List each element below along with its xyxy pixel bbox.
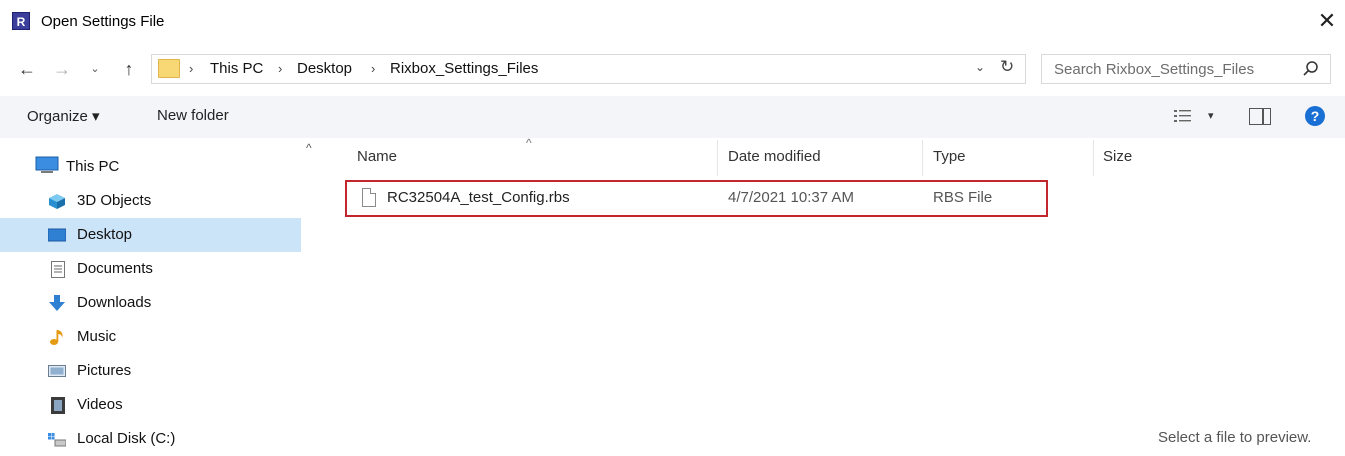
folder-icon <box>158 59 180 78</box>
close-button[interactable]: ✕ <box>1314 6 1340 36</box>
file-name[interactable]: RC32504A_test_Config.rbs <box>387 189 570 206</box>
sidebar-item-label: Pictures <box>77 362 132 379</box>
sidebar-item-label: Documents <box>77 260 153 277</box>
organize-button[interactable]: Organize ▾ <box>27 107 100 125</box>
app-icon: R <box>12 12 30 30</box>
breadcrumb-separator: › <box>189 61 194 76</box>
title-bar <box>0 0 1345 44</box>
desktop-icon <box>48 228 66 242</box>
new-folder-button[interactable]: New folder <box>157 107 229 124</box>
sidebar-item-label: This PC <box>66 158 120 175</box>
pictures-icon <box>48 365 66 377</box>
preview-message: Select a file to preview. <box>1158 429 1312 446</box>
breadcrumb-rixbox-settings-files[interactable]: Rixbox_Settings_Files <box>390 60 538 78</box>
view-dropdown-icon[interactable]: ▾ <box>1208 109 1214 122</box>
computer-icon <box>35 156 59 173</box>
sidebar-item-label: 3D Objects <box>77 192 152 209</box>
sidebar-item-videos[interactable]: Videos <box>0 388 301 422</box>
preview-pane-icon[interactable] <box>1249 108 1271 125</box>
column-divider[interactable] <box>717 140 718 176</box>
view-options-icon[interactable] <box>1173 108 1193 124</box>
breadcrumb-this-pc[interactable]: This PC <box>210 60 263 78</box>
document-icon <box>51 261 65 278</box>
column-header-date-modified[interactable]: Date modified <box>728 148 821 165</box>
column-header-type[interactable]: Type <box>933 148 966 165</box>
sidebar-item-this-pc[interactable]: This PC <box>0 150 301 184</box>
file-icon <box>362 188 376 207</box>
file-date-modified: 4/7/2021 10:37 AM <box>728 189 854 206</box>
breadcrumb-desktop[interactable]: Desktop <box>297 60 352 78</box>
sidebar-item-local-disk[interactable]: Local Disk (C:) <box>0 422 301 456</box>
breadcrumb-separator: › <box>278 61 283 76</box>
recent-locations-button[interactable]: ⌄ <box>84 56 106 82</box>
column-divider[interactable] <box>1093 140 1094 176</box>
search-placeholder[interactable]: Search Rixbox_Settings_Files <box>1054 61 1254 78</box>
nav-scroll-up-icon[interactable]: ^ <box>306 141 312 155</box>
refresh-button[interactable]: ↻ <box>1000 57 1014 77</box>
forward-button[interactable]: → <box>49 56 75 82</box>
cube-icon <box>49 194 65 209</box>
download-arrow-icon <box>49 295 65 311</box>
sidebar-item-pictures[interactable]: Pictures <box>0 354 301 388</box>
sidebar-item-desktop[interactable]: Desktop <box>0 218 301 252</box>
sidebar-item-music[interactable]: Music <box>0 320 301 354</box>
film-icon <box>51 397 65 414</box>
search-icon[interactable] <box>1302 60 1320 78</box>
up-button[interactable]: ↑ <box>116 56 142 82</box>
file-type: RBS File <box>933 189 993 206</box>
sort-ascending-icon: ^ <box>526 136 532 150</box>
window-title: Open Settings File <box>41 13 165 30</box>
sidebar-item-label: Music <box>77 328 117 345</box>
back-button[interactable]: ← <box>14 56 40 82</box>
sidebar-item-3d-objects[interactable]: 3D Objects <box>0 184 301 218</box>
sidebar-item-downloads[interactable]: Downloads <box>0 286 301 320</box>
sidebar-item-label: Downloads <box>77 294 152 311</box>
help-icon[interactable]: ? <box>1305 106 1325 126</box>
sidebar-item-documents[interactable]: Documents <box>0 252 301 286</box>
column-header-size[interactable]: Size <box>1103 148 1132 165</box>
breadcrumb-separator: › <box>371 61 376 76</box>
column-divider[interactable] <box>922 140 923 176</box>
address-dropdown-icon[interactable]: ⌄ <box>975 60 985 74</box>
sidebar-item-label: Videos <box>77 396 123 413</box>
sidebar-item-label: Desktop <box>77 226 133 243</box>
music-note-icon <box>50 330 63 345</box>
column-header-name[interactable]: Name <box>357 148 397 165</box>
drive-icon <box>48 433 66 447</box>
sidebar-item-label: Local Disk (C:) <box>77 430 176 447</box>
